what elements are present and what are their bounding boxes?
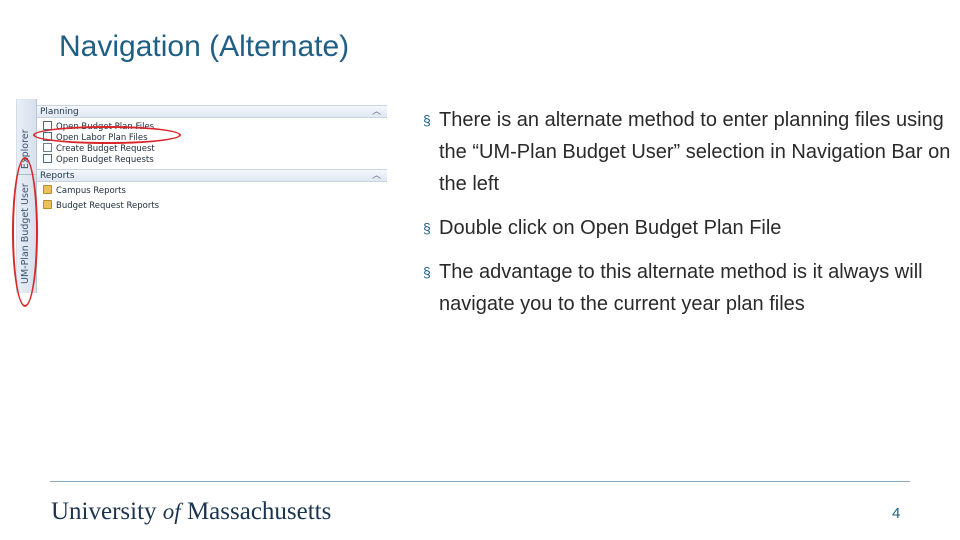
chevron-up-icon[interactable]: ︿ [372,106,381,119]
bullet-text: The advantage to this alternate method i… [439,261,923,315]
open-budget-requests-item[interactable]: Open Budget Requests [43,154,154,165]
bullet-text: There is an alternate method to enter pl… [439,109,951,195]
logo-of: of [162,499,181,524]
file-icon [43,154,52,163]
planning-header-label: Planning [40,107,79,117]
highlight-oval-um-plan-budget-user [12,157,38,307]
page-number: 4 [892,505,901,522]
create-budget-request-item[interactable]: Create Budget Request [43,143,155,154]
highlight-oval-open-budget-plan-files [33,126,181,144]
document-icon [43,143,52,152]
reports-section-header[interactable]: Reports ︿ [37,169,387,182]
planning-section-header[interactable]: Planning ︿ [37,105,387,118]
square-bullet-icon: § [423,264,431,280]
campus-reports-item[interactable]: Campus Reports [43,185,126,196]
folder-icon [43,185,52,194]
bullet-item: § There is an alternate method to enter … [423,104,953,200]
footer-divider [50,481,910,482]
bullet-list: § There is an alternate method to enter … [423,104,953,332]
item-label: Open Budget Requests [56,155,154,165]
bullet-text: Double click on Open Budget Plan File [439,217,782,239]
item-label: Budget Request Reports [56,201,160,211]
bullet-item: § The advantage to this alternate method… [423,256,953,320]
reports-header-label: Reports [40,171,75,181]
logo-massachusetts: Massachusetts [186,498,332,525]
item-label: Create Budget Request [56,144,155,154]
square-bullet-icon: § [423,112,431,128]
folder-icon [43,200,52,209]
square-bullet-icon: § [423,220,431,236]
item-label: Campus Reports [56,186,126,196]
bullet-item: § Double click on Open Budget Plan File [423,212,953,244]
chevron-up-icon[interactable]: ︿ [372,170,381,183]
university-logo: University of Massachusetts [51,498,331,526]
slide-title: Navigation (Alternate) [59,30,350,63]
logo-university: University [51,498,157,525]
budget-request-reports-item[interactable]: Budget Request Reports [43,200,159,211]
